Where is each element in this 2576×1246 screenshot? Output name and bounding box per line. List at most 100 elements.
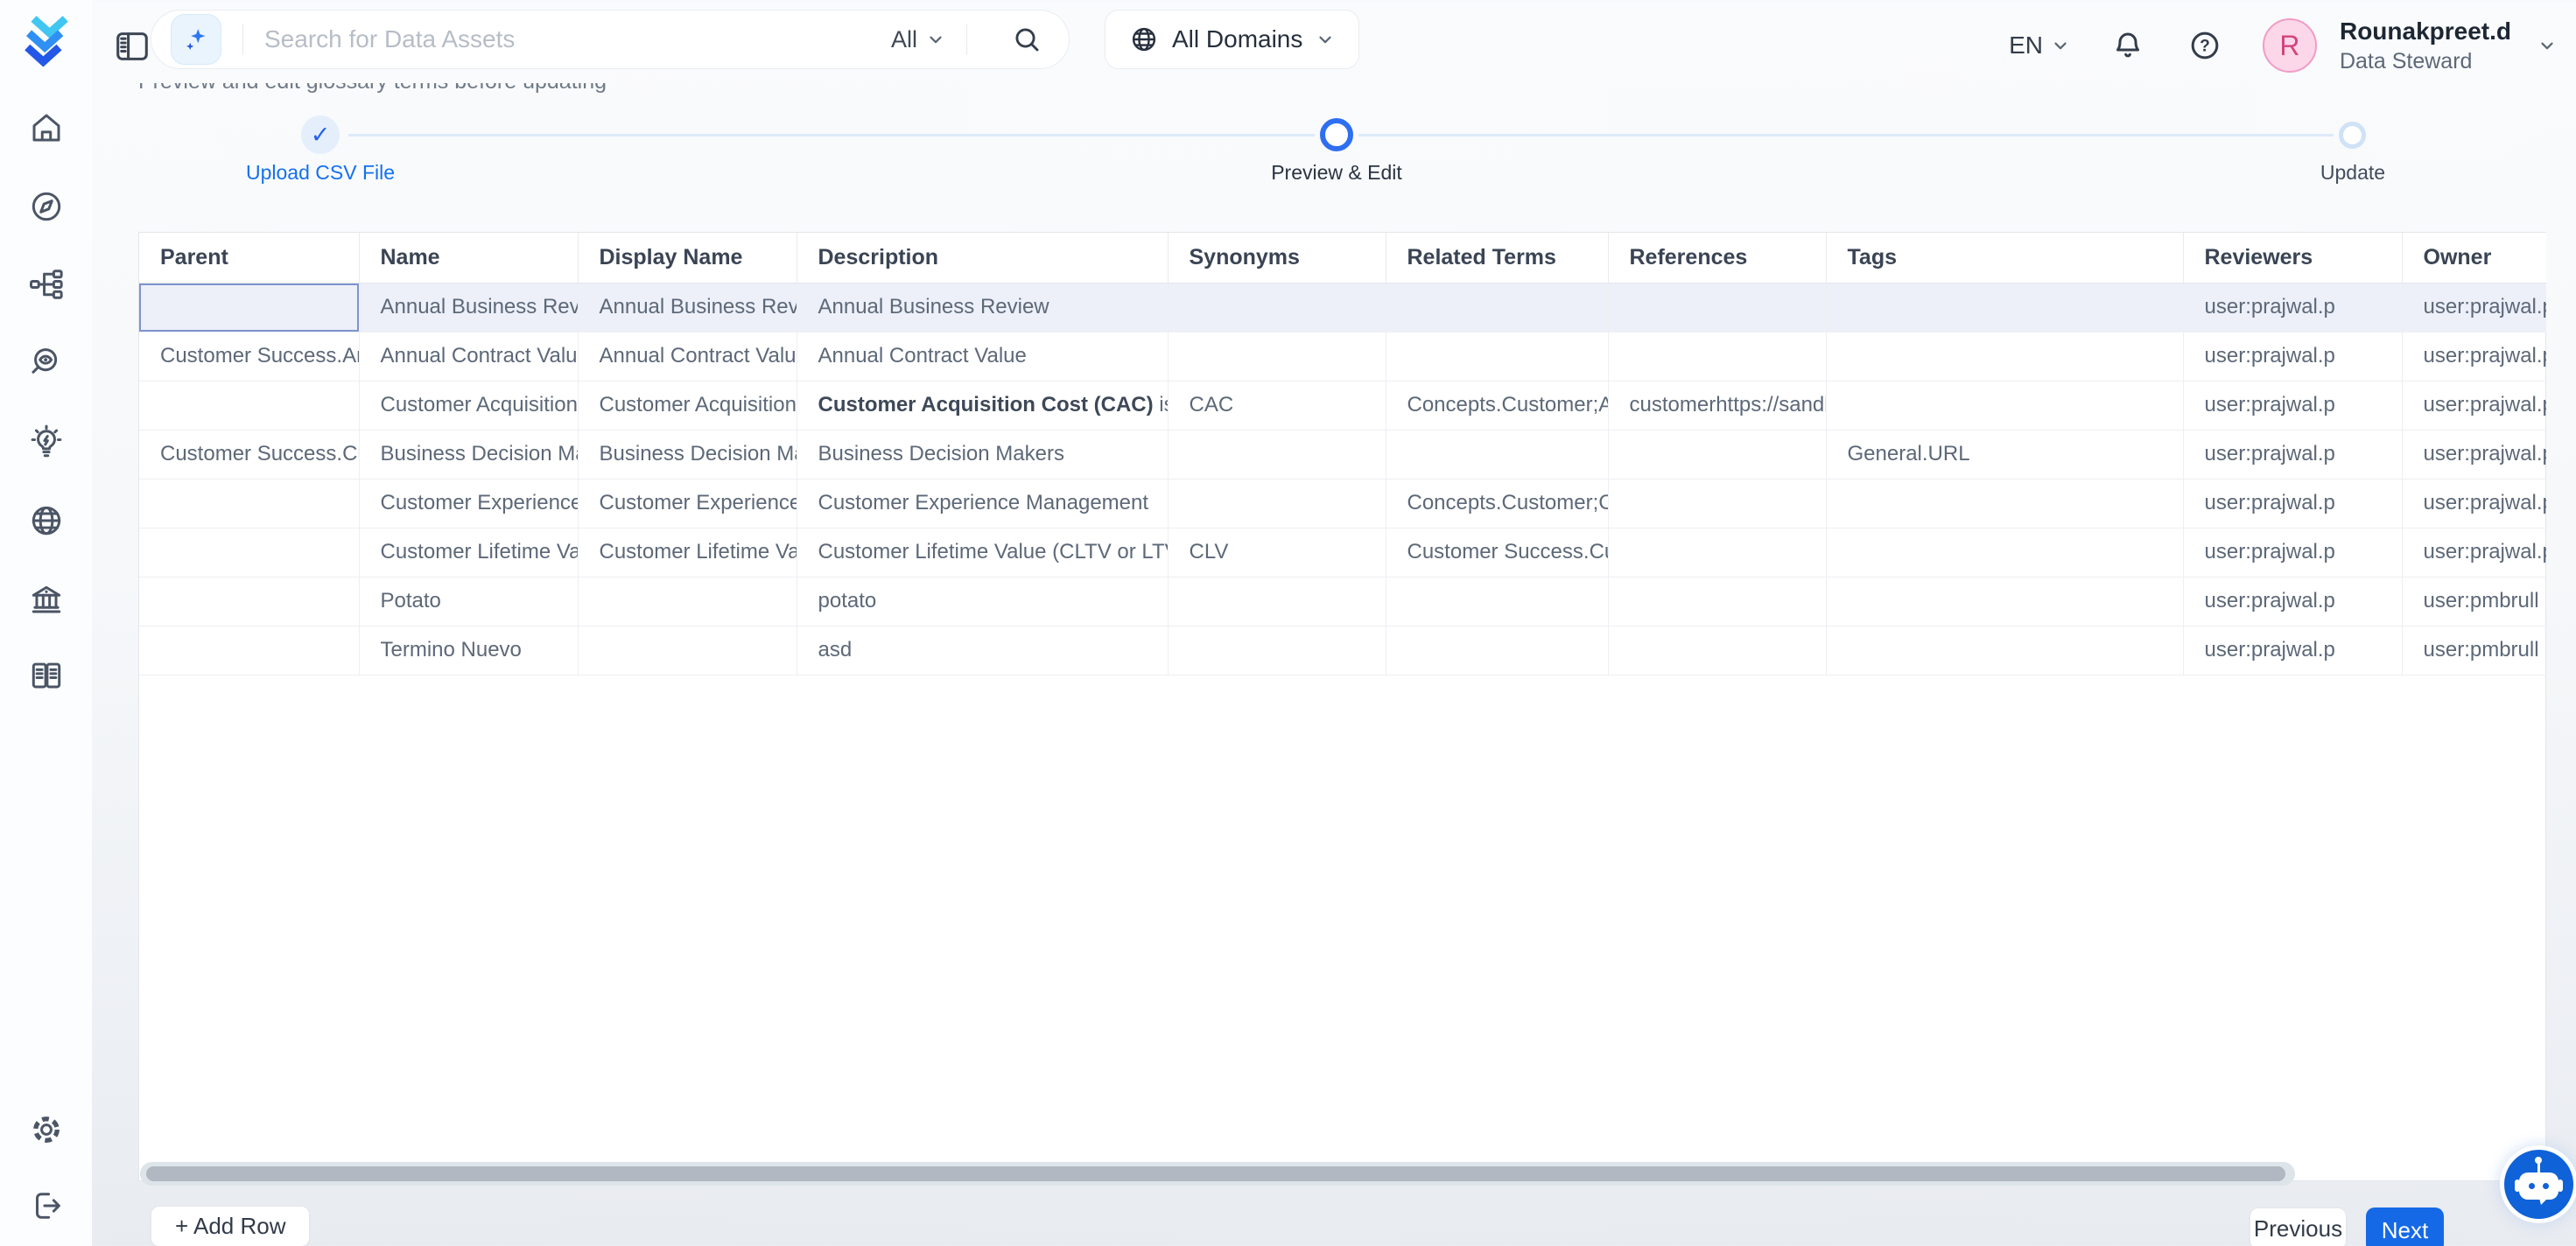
- cell-owner[interactable]: user:prajwal.p: [2402, 381, 2546, 430]
- cell-display_name[interactable]: Customer Experience ...: [578, 479, 797, 528]
- cell-related_terms[interactable]: [1386, 332, 1608, 381]
- cell-description[interactable]: asd: [797, 626, 1168, 675]
- sidebar-item-govern[interactable]: [27, 580, 66, 619]
- cell-owner[interactable]: user:prajwal.p: [2402, 430, 2546, 479]
- cell-tags[interactable]: [1826, 528, 2183, 577]
- user-info[interactable]: Rounakpreet.d Data Steward: [2340, 17, 2511, 75]
- cell-references[interactable]: [1608, 332, 1826, 381]
- cell-description[interactable]: Annual Business Review: [797, 283, 1168, 332]
- cell-tags[interactable]: [1826, 626, 2183, 675]
- cell-parent[interactable]: [139, 528, 359, 577]
- cell-parent[interactable]: [139, 626, 359, 675]
- cell-display_name[interactable]: [578, 626, 797, 675]
- cell-owner[interactable]: user:prajwal.p: [2402, 479, 2546, 528]
- cell-parent[interactable]: Customer Success.An...: [139, 332, 359, 381]
- cell-name[interactable]: Business Decision Ma...: [359, 430, 578, 479]
- sidebar-item-glossary[interactable]: [27, 656, 66, 695]
- cell-synonyms[interactable]: [1168, 283, 1386, 332]
- cell-description[interactable]: potato: [797, 577, 1168, 626]
- search-scope-dropdown[interactable]: All: [891, 26, 945, 53]
- cell-reviewers[interactable]: user:prajwal.p: [2183, 626, 2402, 675]
- cell-display_name[interactable]: Customer Acquisition ...: [578, 381, 797, 430]
- sidebar-item-home[interactable]: [27, 108, 66, 147]
- cell-references[interactable]: customerhttps://sandb...: [1608, 381, 1826, 430]
- cell-synonyms[interactable]: CLV: [1168, 528, 1386, 577]
- cell-description[interactable]: Annual Contract Value: [797, 332, 1168, 381]
- cell-references[interactable]: [1608, 283, 1826, 332]
- cell-tags[interactable]: [1826, 332, 2183, 381]
- cell-display_name[interactable]: [578, 577, 797, 626]
- cell-owner[interactable]: user:pmbrull: [2402, 626, 2546, 675]
- notifications-bell-icon[interactable]: [2109, 26, 2147, 65]
- sidebar-item-observability[interactable]: [27, 344, 66, 382]
- search-input[interactable]: Search for Data Assets: [264, 25, 891, 53]
- user-menu-chevron-icon[interactable]: [2537, 36, 2557, 55]
- cell-tags[interactable]: General.URL: [1826, 430, 2183, 479]
- cell-name[interactable]: Customer Acquisition ...: [359, 381, 578, 430]
- cell-tags[interactable]: [1826, 283, 2183, 332]
- step-label-upload[interactable]: Upload CSV File: [163, 161, 478, 185]
- cell-name[interactable]: Termino Nuevo: [359, 626, 578, 675]
- cell-description[interactable]: Customer Acquisition Cost (CAC) is a ...: [797, 381, 1168, 430]
- cell-related_terms[interactable]: [1386, 283, 1608, 332]
- cell-reviewers[interactable]: user:prajwal.p: [2183, 528, 2402, 577]
- cell-reviewers[interactable]: user:prajwal.p: [2183, 577, 2402, 626]
- cell-related_terms[interactable]: [1386, 626, 1608, 675]
- cell-owner[interactable]: user:pmbrull: [2402, 577, 2546, 626]
- cell-owner[interactable]: user:prajwal.p: [2402, 332, 2546, 381]
- cell-display_name[interactable]: Annual Contract Value ...: [578, 332, 797, 381]
- chatbot-button[interactable]: [2504, 1150, 2573, 1219]
- sidebar-item-logout[interactable]: [27, 1186, 66, 1225]
- cell-reviewers[interactable]: user:prajwal.p: [2183, 332, 2402, 381]
- cell-parent[interactable]: Customer Success.Cu...: [139, 430, 359, 479]
- cell-display_name[interactable]: Annual Business Revie...: [578, 283, 797, 332]
- sidebar-item-lineage[interactable]: [27, 265, 66, 304]
- cell-related_terms[interactable]: [1386, 577, 1608, 626]
- cell-name[interactable]: Customer Experience ...: [359, 479, 578, 528]
- cell-tags[interactable]: [1826, 381, 2183, 430]
- sidebar-toggle-icon[interactable]: [112, 26, 152, 66]
- cell-tags[interactable]: [1826, 577, 2183, 626]
- cell-name[interactable]: Annual Contract Value: [359, 332, 578, 381]
- horizontal-scrollbar-track[interactable]: [140, 1162, 2295, 1186]
- cell-description[interactable]: Business Decision Makers: [797, 430, 1168, 479]
- sidebar-item-settings[interactable]: [27, 1110, 66, 1149]
- cell-parent[interactable]: [139, 381, 359, 430]
- global-search-bar[interactable]: Search for Data Assets All: [151, 10, 1070, 69]
- previous-button[interactable]: Previous: [2250, 1208, 2347, 1246]
- cell-reviewers[interactable]: user:prajwal.p: [2183, 430, 2402, 479]
- cell-references[interactable]: [1608, 479, 1826, 528]
- sidebar-item-insights[interactable]: [27, 423, 66, 461]
- cell-tags[interactable]: [1826, 479, 2183, 528]
- cell-synonyms[interactable]: [1168, 626, 1386, 675]
- cell-synonyms[interactable]: [1168, 577, 1386, 626]
- sidebar-item-explore[interactable]: [27, 187, 66, 226]
- cell-display_name[interactable]: Business Decision Ma...: [578, 430, 797, 479]
- cell-parent[interactable]: [139, 479, 359, 528]
- cell-references[interactable]: [1608, 528, 1826, 577]
- cell-name[interactable]: Potato: [359, 577, 578, 626]
- add-row-button[interactable]: + Add Row: [151, 1206, 310, 1246]
- cell-synonyms[interactable]: [1168, 479, 1386, 528]
- cell-references[interactable]: [1608, 430, 1826, 479]
- cell-synonyms[interactable]: [1168, 430, 1386, 479]
- cell-related_terms[interactable]: [1386, 430, 1608, 479]
- cell-synonyms[interactable]: CAC: [1168, 381, 1386, 430]
- app-logo-icon[interactable]: [21, 14, 72, 68]
- cell-reviewers[interactable]: user:prajwal.p: [2183, 479, 2402, 528]
- cell-references[interactable]: [1608, 626, 1826, 675]
- cell-related_terms[interactable]: Customer Success.Cu...: [1386, 528, 1608, 577]
- cell-parent[interactable]: [139, 283, 359, 332]
- search-icon[interactable]: [1011, 24, 1042, 55]
- cell-name[interactable]: Annual Business Review: [359, 283, 578, 332]
- cell-reviewers[interactable]: user:prajwal.p: [2183, 381, 2402, 430]
- cell-description[interactable]: Customer Lifetime Value (CLTV or LTV) i.…: [797, 528, 1168, 577]
- cell-display_name[interactable]: Customer Lifetime Val...: [578, 528, 797, 577]
- cell-synonyms[interactable]: [1168, 332, 1386, 381]
- ai-sparkle-icon[interactable]: [171, 14, 221, 65]
- cell-parent[interactable]: [139, 577, 359, 626]
- avatar[interactable]: R: [2263, 18, 2317, 73]
- sidebar-item-domains[interactable]: [27, 501, 66, 540]
- cell-related_terms[interactable]: Concepts.Customer;A...: [1386, 381, 1608, 430]
- cell-owner[interactable]: user:prajwal.p: [2402, 528, 2546, 577]
